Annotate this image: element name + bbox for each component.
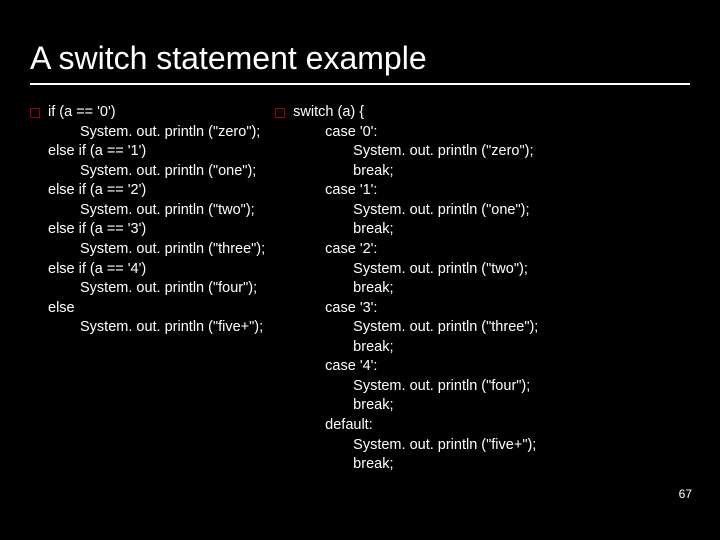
code-line: System. out. println ("one"); <box>48 162 265 182</box>
code-line: System. out. println ("two"); <box>293 260 538 280</box>
code-line: System. out. println ("four"); <box>48 279 265 299</box>
code-line: break; <box>293 162 538 182</box>
code-line: else <box>48 300 75 316</box>
code-line: else if (a == '2') <box>48 182 146 198</box>
code-line: default: <box>293 416 538 436</box>
page-number: 67 <box>679 487 692 501</box>
code-line: else if (a == '1') <box>48 143 146 159</box>
code-line: break; <box>293 220 538 240</box>
slide: A switch statement example if (a == '0')… <box>0 0 720 540</box>
code-line: break; <box>293 455 538 475</box>
bullet-icon <box>30 108 40 118</box>
code-line: break; <box>293 338 538 358</box>
code-line: else if (a == '3') <box>48 221 146 237</box>
code-line: System. out. println ("two"); <box>48 201 265 221</box>
code-line: break; <box>293 396 538 416</box>
slide-title: A switch statement example <box>30 40 690 85</box>
bullet-icon <box>275 108 285 118</box>
code-line: case '1': <box>293 181 538 201</box>
code-line: case '2': <box>293 240 538 260</box>
code-line: System. out. println ("zero"); <box>293 142 538 162</box>
code-line: if (a == '0') <box>48 104 116 120</box>
code-line: case '0': <box>293 123 538 143</box>
left-column: if (a == '0') System. out. println ("zer… <box>30 103 265 475</box>
code-line: System. out. println ("five+"); <box>48 318 265 338</box>
code-line: switch (a) { <box>293 104 364 120</box>
code-line: break; <box>293 279 538 299</box>
code-line: case '4': <box>293 357 538 377</box>
code-line: System. out. println ("four"); <box>293 377 538 397</box>
right-column: switch (a) { case '0': System. out. prin… <box>275 103 538 475</box>
code-line: else if (a == '4') <box>48 261 146 277</box>
content-columns: if (a == '0') System. out. println ("zer… <box>30 103 690 475</box>
code-line: System. out. println ("three"); <box>293 318 538 338</box>
code-line: System. out. println ("five+"); <box>293 436 538 456</box>
code-line: case '3': <box>293 299 538 319</box>
code-line: System. out. println ("three"); <box>48 240 265 260</box>
code-line: System. out. println ("zero"); <box>48 123 265 143</box>
code-line: System. out. println ("one"); <box>293 201 538 221</box>
